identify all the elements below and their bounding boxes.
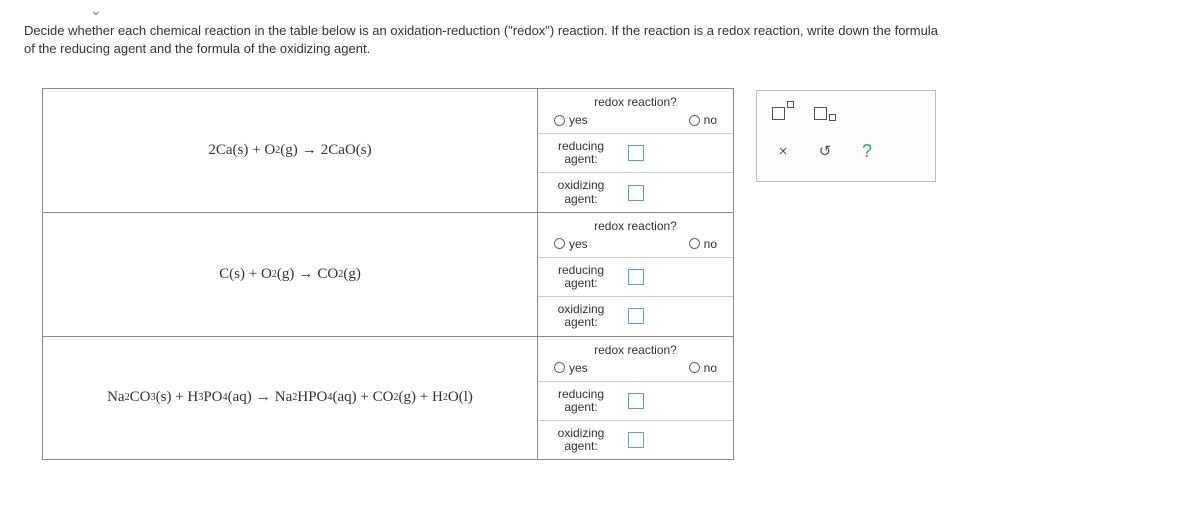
reducing-agent-input[interactable] [628, 393, 644, 409]
yes-no-row: yes no [538, 111, 733, 133]
reaction-cell-3: Na2CO3(s) + H3PO4(aq)→Na2HPO4(aq) + CO2(… [43, 337, 538, 460]
oxidizing-agent-input[interactable] [628, 308, 644, 324]
yes-no-row: yes no [538, 235, 733, 257]
no-option[interactable]: no [689, 113, 717, 127]
reducing-agent-row: reducing agent: [538, 257, 733, 296]
answer-column-3: redox reaction? yes no reducing agent: o… [538, 337, 733, 460]
radio-icon [554, 115, 565, 126]
no-label: no [704, 237, 717, 251]
reducing-agent-input[interactable] [628, 145, 644, 161]
no-option[interactable]: no [689, 361, 717, 375]
table-row: C(s) + O2(g)→CO2(g) redox reaction? yes … [43, 212, 733, 336]
reducing-agent-row: reducing agent: [538, 133, 733, 172]
yes-label: yes [569, 361, 588, 375]
clear-button[interactable]: × [771, 141, 795, 161]
problem-prompt: Decide whether each chemical reaction in… [24, 22, 1180, 57]
oxidizing-agent-label: oxidizing agent: [546, 427, 616, 453]
oxidizing-agent-label: oxidizing agent: [546, 303, 616, 329]
answer-column-1: redox reaction? yes no reducing agent: o… [538, 89, 733, 212]
redox-header: redox reaction? [538, 337, 733, 359]
prompt-line2: of the reducing agent and the formula of… [24, 41, 370, 56]
answer-column-2: redox reaction? yes no reducing agent: o… [538, 213, 733, 336]
redox-header: redox reaction? [538, 89, 733, 111]
reducing-agent-input[interactable] [628, 269, 644, 285]
radio-icon [689, 362, 700, 373]
reducing-agent-row: reducing agent: [538, 381, 733, 420]
oxidizing-agent-row: oxidizing agent: [538, 172, 733, 211]
subscript-tool[interactable] [813, 101, 837, 121]
yes-label: yes [569, 237, 588, 251]
radio-icon [554, 362, 565, 373]
superscript-tool[interactable] [771, 101, 795, 121]
reaction-cell-2: C(s) + O2(g)→CO2(g) [43, 213, 538, 336]
reducing-agent-label: reducing agent: [546, 140, 616, 166]
yes-no-row: yes no [538, 359, 733, 381]
no-option[interactable]: no [689, 237, 717, 251]
radio-icon [689, 115, 700, 126]
reducing-agent-label: reducing agent: [546, 264, 616, 290]
redox-header: redox reaction? [538, 213, 733, 235]
oxidizing-agent-input[interactable] [628, 432, 644, 448]
table-row: Na2CO3(s) + H3PO4(aq)→Na2HPO4(aq) + CO2(… [43, 336, 733, 460]
help-button[interactable]: ? [855, 141, 879, 161]
oxidizing-agent-input[interactable] [628, 185, 644, 201]
oxidizing-agent-row: oxidizing agent: [538, 296, 733, 335]
chevron-down-icon: ⌄ [90, 2, 102, 19]
table-row: 2Ca(s) + O2(g)→2CaO(s) redox reaction? y… [43, 89, 733, 212]
oxidizing-agent-label: oxidizing agent: [546, 179, 616, 205]
input-toolbar: × ↺ ? [756, 90, 936, 182]
yes-option[interactable]: yes [554, 361, 588, 375]
reset-button[interactable]: ↺ [813, 141, 837, 161]
reducing-agent-label: reducing agent: [546, 388, 616, 414]
no-label: no [704, 113, 717, 127]
radio-icon [689, 238, 700, 249]
yes-label: yes [569, 113, 588, 127]
reaction-table: 2Ca(s) + O2(g)→2CaO(s) redox reaction? y… [42, 88, 734, 460]
no-label: no [704, 361, 717, 375]
reaction-cell-1: 2Ca(s) + O2(g)→2CaO(s) [43, 89, 538, 212]
yes-option[interactable]: yes [554, 113, 588, 127]
oxidizing-agent-row: oxidizing agent: [538, 420, 733, 459]
prompt-line1: Decide whether each chemical reaction in… [24, 23, 938, 38]
radio-icon [554, 238, 565, 249]
yes-option[interactable]: yes [554, 237, 588, 251]
